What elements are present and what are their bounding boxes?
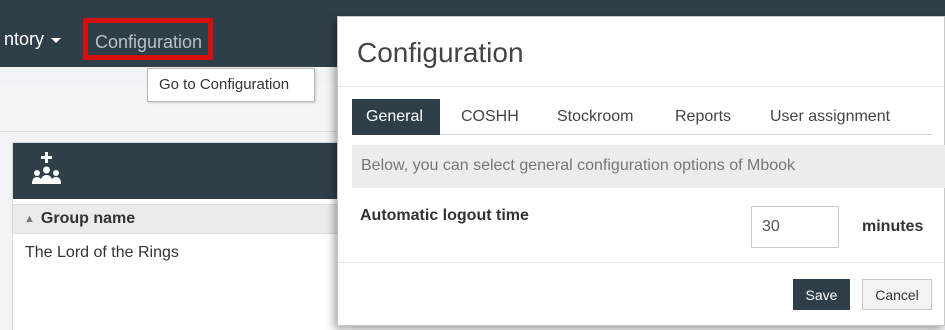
modal-title: Configuration — [357, 37, 524, 68]
divider — [338, 262, 944, 263]
tab-reports[interactable]: Reports — [675, 99, 731, 135]
nav-inventory-label: ntory — [4, 29, 45, 49]
groups-panel-header — [13, 143, 353, 199]
group-add-icon[interactable] — [30, 151, 68, 194]
tooltip: Go to Configuration — [147, 68, 315, 102]
group-name-header-label: Group name — [40, 210, 136, 227]
logout-time-unit: minutes — [862, 218, 924, 235]
tab-user-assignment[interactable]: User assignment — [770, 99, 890, 135]
logout-time-label: Automatic logout time — [360, 207, 529, 224]
intro-text: Below, you can select general configurat… — [352, 145, 945, 188]
save-button[interactable]: Save — [793, 279, 850, 310]
sort-up-icon: ▲ — [24, 213, 35, 225]
groups-panel: ▲ Group name The Lord of the Rings — [12, 142, 353, 330]
tab-bar: General COSHH Stockroom Reports User ass… — [352, 99, 932, 135]
nav-configuration-link[interactable]: Configuration — [95, 32, 202, 53]
nav-configuration-highlight[interactable]: Configuration — [83, 18, 213, 60]
tab-general[interactable]: General — [352, 99, 440, 135]
nav-inventory-menu[interactable]: ntory — [4, 29, 62, 50]
logout-time-input[interactable] — [751, 206, 839, 248]
tab-coshh[interactable]: COSHH — [461, 99, 519, 135]
divider — [338, 86, 944, 87]
cancel-button[interactable]: Cancel — [862, 279, 932, 310]
table-row[interactable]: The Lord of the Rings — [25, 244, 179, 262]
group-name-column-header[interactable]: ▲ Group name — [13, 204, 353, 234]
tab-stockroom[interactable]: Stockroom — [557, 99, 633, 135]
caret-down-icon — [51, 37, 62, 43]
configuration-modal: Configuration General COSHH Stockroom Re… — [337, 16, 945, 326]
